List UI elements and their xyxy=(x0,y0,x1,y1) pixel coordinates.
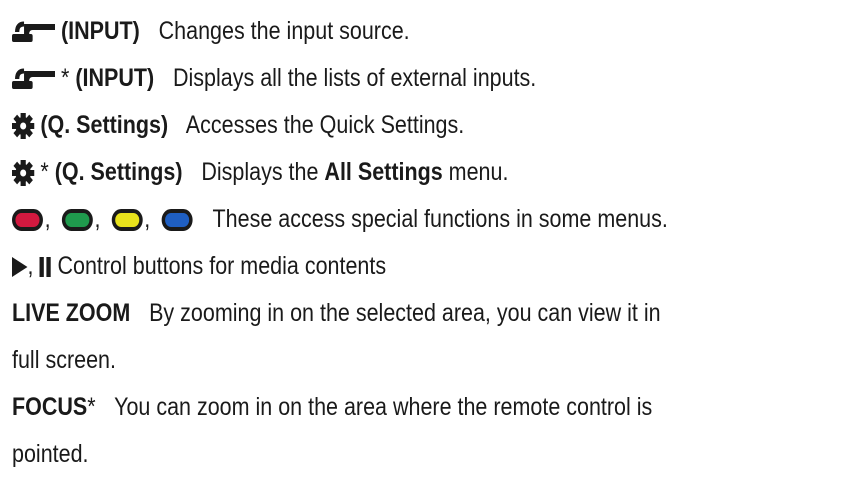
page: (INPUT) Changes the input source. * (INP… xyxy=(0,0,863,497)
focus-description-end: pointed. xyxy=(12,440,89,468)
live-zoom-line: LIVE ZOOM By zooming in on the selected … xyxy=(12,296,661,330)
live-zoom-description: By zooming in on the selected area, you … xyxy=(149,299,661,327)
asterisk: * xyxy=(60,64,70,92)
focus-line: FOCUS* You can zoom in on the area where… xyxy=(12,390,652,424)
all-settings-menu-name: All Settings xyxy=(324,158,443,186)
color-buttons-description: These access special functions in some m… xyxy=(212,205,668,233)
blue-button-icon xyxy=(161,209,193,232)
separator: , xyxy=(27,252,34,280)
play-icon xyxy=(12,257,28,278)
quick-settings-line: (Q. Settings) Accesses the Quick Setting… xyxy=(12,108,464,142)
quick-settings-label: (Q. Settings) xyxy=(40,111,169,139)
separator: , xyxy=(94,205,101,233)
input-long-description: Displays all the lists of external input… xyxy=(172,64,537,92)
input-label: (INPUT) xyxy=(60,17,140,45)
live-zoom-continuation: full screen. xyxy=(12,343,116,377)
pause-icon xyxy=(39,257,51,278)
live-zoom-description-end: full screen. xyxy=(12,346,116,374)
focus-continuation: pointed. xyxy=(12,437,89,471)
asterisk: * xyxy=(40,158,49,186)
input-long-press-line: * (INPUT) Displays all the lists of exte… xyxy=(12,61,536,95)
quick-settings-description: Accesses the Quick Settings. xyxy=(185,111,465,139)
red-button-icon xyxy=(12,209,43,232)
input-label: (INPUT) xyxy=(75,64,155,92)
separator: , xyxy=(44,205,51,233)
gear-icon xyxy=(12,160,35,187)
green-button-icon xyxy=(61,209,93,232)
quick-settings-label: (Q. Settings) xyxy=(54,158,183,186)
asterisk: * xyxy=(87,393,96,421)
input-line: (INPUT) Changes the input source. xyxy=(12,14,410,48)
media-controls-description: Control buttons for media contents xyxy=(57,252,387,280)
focus-description: You can zoom in on the area where the re… xyxy=(114,393,653,421)
color-buttons-line: , , , These access special functions in … xyxy=(12,202,668,236)
all-settings-text-before: Displays the xyxy=(201,158,319,186)
focus-label: FOCUS xyxy=(12,393,88,421)
live-zoom-label: LIVE ZOOM xyxy=(12,299,131,327)
gear-icon xyxy=(12,113,35,140)
input-plug-icon xyxy=(12,68,55,90)
all-settings-line: * (Q. Settings) Displays the All Setting… xyxy=(12,155,508,189)
yellow-button-icon xyxy=(111,209,143,232)
input-plug-icon xyxy=(12,21,55,43)
separator: , xyxy=(144,205,151,233)
media-controls-line: , Control buttons for media contents xyxy=(12,249,386,283)
input-description: Changes the input source. xyxy=(158,17,410,45)
all-settings-text-after: menu. xyxy=(448,158,509,186)
